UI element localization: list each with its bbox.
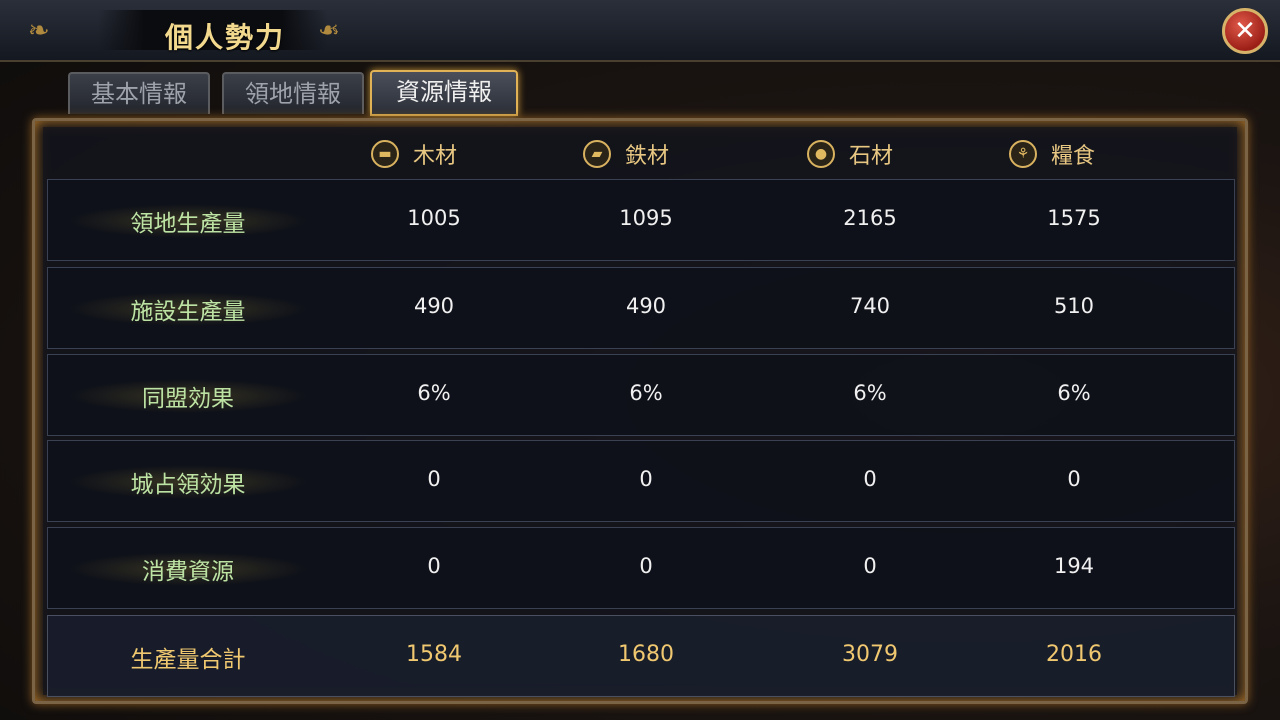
row-label: 施設生產量	[68, 292, 308, 326]
table-cell: 0	[639, 554, 653, 578]
row-label: 同盟効果	[68, 379, 308, 413]
table-cell: 1584	[406, 642, 462, 667]
table-cell: 0	[863, 554, 877, 578]
table-cell: 1095	[619, 206, 673, 230]
resource-label: 石材	[849, 144, 894, 169]
close-button[interactable]: ✕	[1222, 8, 1268, 54]
table-cell: 1680	[618, 642, 674, 667]
table-cell: 2165	[843, 206, 897, 230]
tab-resource-info[interactable]: 資源情報	[370, 70, 518, 116]
tab-basic-info[interactable]: 基本情報	[68, 72, 210, 114]
table-cell: 0	[1067, 467, 1081, 491]
table-cell: 0	[427, 467, 441, 491]
table-cell: 490	[413, 294, 455, 318]
tab-territory-info[interactable]: 領地情報	[222, 72, 364, 114]
table-cell: 0	[863, 467, 877, 491]
table-row: 施設生產量 490 490 740 510	[47, 267, 1235, 349]
title-plate: ❧ 個人勢力 ❧	[18, 6, 398, 54]
close-icon: ✕	[1234, 16, 1256, 46]
top-bar: ❧ 個人勢力 ❧ ✕	[0, 0, 1280, 62]
table-cell: 1005	[407, 206, 461, 230]
grain-icon: ⚘	[1009, 140, 1037, 168]
resource-label: 鉄材	[625, 144, 670, 169]
iron-icon: ▰	[583, 140, 611, 168]
table-cell: 6%	[629, 381, 663, 405]
stone-icon: ●	[807, 140, 835, 168]
resource-header-stone: ● 石材	[807, 137, 893, 171]
table-header: ▬ 木材 ▰ 鉄材 ● 石材 ⚘ 糧食	[43, 127, 1237, 179]
table-cell: 194	[1053, 554, 1095, 578]
wood-icon: ▬	[371, 140, 399, 168]
page-title: 個人勢力	[164, 21, 285, 54]
resource-header-grain: ⚘ 糧食	[1009, 137, 1095, 171]
table-row-total: 生產量合計 1584 1680 3079 2016	[47, 615, 1235, 697]
table-cell: 6%	[853, 381, 887, 405]
table-cell: 0	[427, 554, 441, 578]
resource-label: 木材	[413, 144, 458, 169]
dragon-ornament-icon: ❧	[28, 16, 50, 46]
resource-header-iron: ▰ 鉄材	[583, 137, 669, 171]
table-cell: 0	[639, 467, 653, 491]
table-cell: 1575	[1047, 206, 1101, 230]
row-label: 城占領効果	[68, 465, 308, 499]
table-row: 領地生產量 1005 1095 2165 1575	[47, 179, 1235, 261]
row-label: 生產量合計	[130, 647, 246, 673]
table-cell: 3079	[842, 642, 898, 667]
resource-table: ▬ 木材 ▰ 鉄材 ● 石材 ⚘ 糧食 領地生產量 1005 1095 2165…	[43, 127, 1237, 697]
row-label: 消費資源	[68, 552, 308, 586]
table-cell: 740	[849, 294, 891, 318]
resource-panel: ▬ 木材 ▰ 鉄材 ● 石材 ⚘ 糧食 領地生產量 1005 1095 2165…	[32, 118, 1248, 704]
table-row: 消費資源 0 0 0 194	[47, 527, 1235, 609]
table-cell: 6%	[417, 381, 451, 405]
table-row: 城占領効果 0 0 0 0	[47, 440, 1235, 522]
table-cell: 6%	[1057, 381, 1091, 405]
table-cell: 510	[1053, 294, 1095, 318]
table-row: 同盟効果 6% 6% 6% 6%	[47, 354, 1235, 436]
table-cell: 490	[625, 294, 667, 318]
resource-label: 糧食	[1051, 144, 1096, 169]
dragon-ornament-icon: ❧	[318, 16, 340, 46]
table-cell: 2016	[1046, 642, 1102, 667]
resource-header-wood: ▬ 木材	[371, 137, 457, 171]
row-label: 領地生產量	[68, 204, 308, 238]
